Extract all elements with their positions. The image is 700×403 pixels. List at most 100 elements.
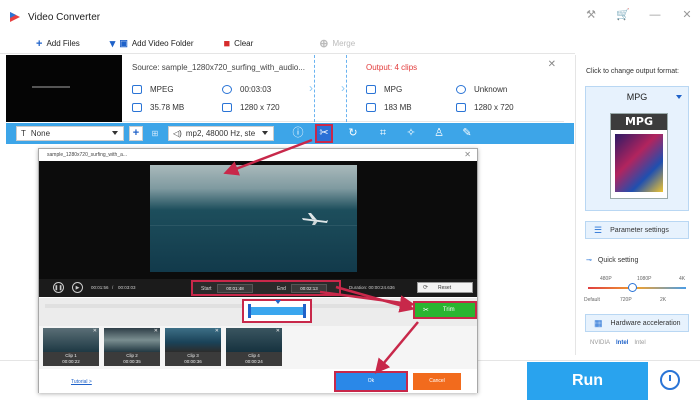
duration-value: 00:00:24.636 — [368, 285, 395, 290]
total-time: 00:03:03 — [118, 285, 136, 290]
quality-label-1080p: 1080P — [637, 276, 652, 282]
trim-button[interactable]: ✂ Trim — [413, 301, 477, 319]
subtitle-select[interactable]: T None — [16, 126, 124, 141]
change-format-label: Click to change output format: — [586, 68, 679, 75]
nvidia-logo: NVIDIA — [590, 340, 611, 346]
chevron-down-icon — [112, 131, 118, 135]
clear-button[interactable]: ■ Clear — [224, 38, 254, 50]
file-size-icon — [366, 103, 376, 112]
trim-dialog: sample_1280x720_surfing_with_a... ✕ ❚❚ ▶… — [38, 148, 478, 393]
duration-label: Duration: 00:00:24.636 — [349, 285, 395, 290]
remove-clip-icon[interactable]: ✕ — [276, 328, 280, 334]
merge-button[interactable]: ⊕ Merge — [319, 37, 355, 50]
airplane-image — [302, 213, 328, 225]
edit-bar: T None + ⊞ ◁) mp2, 48000 Hz, ste ⓘ ✂ ↻ ⌗… — [6, 123, 574, 144]
subtitle-icon: T — [21, 129, 26, 138]
clip-item[interactable]: ✕ Clip 2 00:00:35 — [104, 328, 160, 366]
output-format-selector[interactable]: MPG MPG — [585, 86, 689, 211]
source-format: MPEG — [132, 85, 174, 94]
cart-icon[interactable]: 🛒 — [616, 8, 630, 21]
clip-item[interactable]: ✕ Clip 3 00:00:36 — [165, 328, 221, 366]
reset-icon: ⟳ — [423, 285, 429, 291]
clock-icon — [222, 85, 232, 94]
quality-slider-handle[interactable] — [627, 283, 637, 292]
close-button[interactable]: ✕ — [680, 8, 694, 21]
add-video-folder-button[interactable]: ▾ ▣ Add Video Folder — [110, 37, 194, 50]
subtitle-settings-icon[interactable]: ⊞ — [148, 126, 162, 141]
file-format-icon — [132, 85, 142, 94]
source-size: 35.78 MB — [132, 103, 184, 112]
folder-plus-icon: ▣ — [119, 38, 128, 48]
trim-start-handle[interactable] — [248, 304, 251, 318]
reset-button[interactable]: ⟳ Reset — [417, 282, 473, 293]
trim-range-box: Start 00:01:48 End 00:02:13 — [191, 280, 341, 296]
dialog-close-icon[interactable]: ✕ — [464, 150, 471, 159]
add-subtitle-button[interactable]: + — [129, 126, 143, 141]
source-title: Source: sample_1280x720_surfing_with_aud… — [132, 63, 306, 72]
trim-timeline[interactable]: ✂ Trim — [39, 298, 477, 326]
timeline-track[interactable] — [45, 304, 409, 308]
remove-clip-icon[interactable]: ✕ — [93, 328, 97, 334]
remove-file-icon[interactable]: ✕ — [548, 59, 556, 70]
settings-icon[interactable]: ⚒ — [584, 8, 598, 21]
ok-button[interactable]: Ok — [334, 371, 408, 392]
alarm-clock-icon[interactable] — [660, 370, 680, 390]
trim-end-handle[interactable] — [303, 304, 306, 318]
playhead-marker[interactable] — [275, 300, 281, 304]
trim-selection[interactable] — [242, 299, 312, 323]
minimize-button[interactable]: — — [648, 9, 662, 21]
end-time-input[interactable]: 00:02:13 — [291, 284, 327, 293]
output-resolution: 1280 x 720 — [456, 103, 514, 112]
title-bar: Video Converter ⚒ 🛒 — ✕ — [0, 0, 700, 34]
clip-list: ✕ Clip 1 00:00:22 ✕ Clip 2 00:00:35 ✕ Clip… — [39, 326, 477, 369]
video-preview[interactable] — [39, 161, 477, 279]
pause-icon[interactable]: ❚❚ — [53, 282, 64, 293]
slider-icon: ⊸ — [586, 257, 592, 264]
plus-icon: + — [36, 37, 43, 50]
hardware-acceleration-button[interactable]: ▦ Hardware acceleration — [585, 314, 689, 332]
crop-icon[interactable]: ⌗ — [376, 126, 390, 141]
quality-label-default: Default — [584, 297, 600, 303]
add-folder-label: Add Video Folder — [131, 39, 194, 48]
watermark-icon[interactable]: ♙ — [432, 126, 446, 141]
run-button[interactable]: Run — [527, 362, 648, 400]
parameter-settings-button[interactable]: ☰ Parameter settings — [585, 221, 689, 239]
edit-pen-icon[interactable]: ✎ — [460, 126, 474, 141]
main-toolbar: + Add Files ▾ ▣ Add Video Folder ■ Clear… — [0, 34, 575, 54]
mpg-format-icon: MPG — [610, 113, 668, 199]
audio-track-select[interactable]: ◁) mp2, 48000 Hz, ste — [168, 126, 274, 141]
trim-scissors-icon[interactable]: ✂ — [315, 124, 333, 143]
app-logo-icon — [10, 12, 20, 22]
rotate-icon[interactable]: ↻ — [346, 126, 360, 141]
add-files-button[interactable]: + Add Files — [36, 38, 80, 50]
chip-icon: ▦ — [594, 317, 603, 328]
scissors-icon: ✂ — [423, 307, 429, 314]
sliders-icon: ☰ — [594, 224, 603, 235]
quality-label-4k: 4K — [679, 276, 686, 282]
file-size-icon — [132, 103, 142, 112]
quality-label-480p: 480P — [600, 276, 612, 282]
next-frame-icon[interactable]: ▶ — [72, 282, 83, 293]
quality-slider-track[interactable] — [588, 287, 686, 289]
player-controls: ❚❚ ▶ 00:01:56 / 00:03:03 Start 00:01:48 … — [39, 279, 477, 297]
clip-item[interactable]: ✕ Clip 4 00:00:24 — [226, 328, 282, 366]
source-duration: 00:03:03 — [222, 85, 271, 94]
start-time-input[interactable]: 00:01:48 — [217, 284, 253, 293]
info-icon[interactable]: ⓘ — [291, 126, 305, 141]
video-thumbnail[interactable] — [6, 55, 122, 122]
app-title: Video Converter — [28, 11, 101, 23]
cancel-button[interactable]: Cancel — [413, 373, 461, 390]
source-resolution: 1280 x 720 — [222, 103, 280, 112]
remove-clip-icon[interactable]: ✕ — [215, 328, 219, 334]
dialog-footer: Tutorial > Ok Cancel — [39, 369, 477, 393]
effects-wand-icon[interactable]: ✧ — [404, 126, 418, 141]
tutorial-link[interactable]: Tutorial > — [71, 379, 92, 385]
start-label: Start — [201, 286, 212, 292]
clip-item[interactable]: ✕ Clip 1 00:00:22 — [43, 328, 99, 366]
remove-clip-icon[interactable]: ✕ — [154, 328, 158, 334]
file-item[interactable]: Source: sample_1280x720_surfing_with_aud… — [6, 55, 564, 122]
quality-label-2k: 2K — [660, 297, 667, 303]
file-format-icon — [366, 85, 376, 94]
gpu-vendors: NVIDIA Intel Intel — [590, 340, 646, 346]
trash-icon: ■ — [223, 37, 231, 50]
